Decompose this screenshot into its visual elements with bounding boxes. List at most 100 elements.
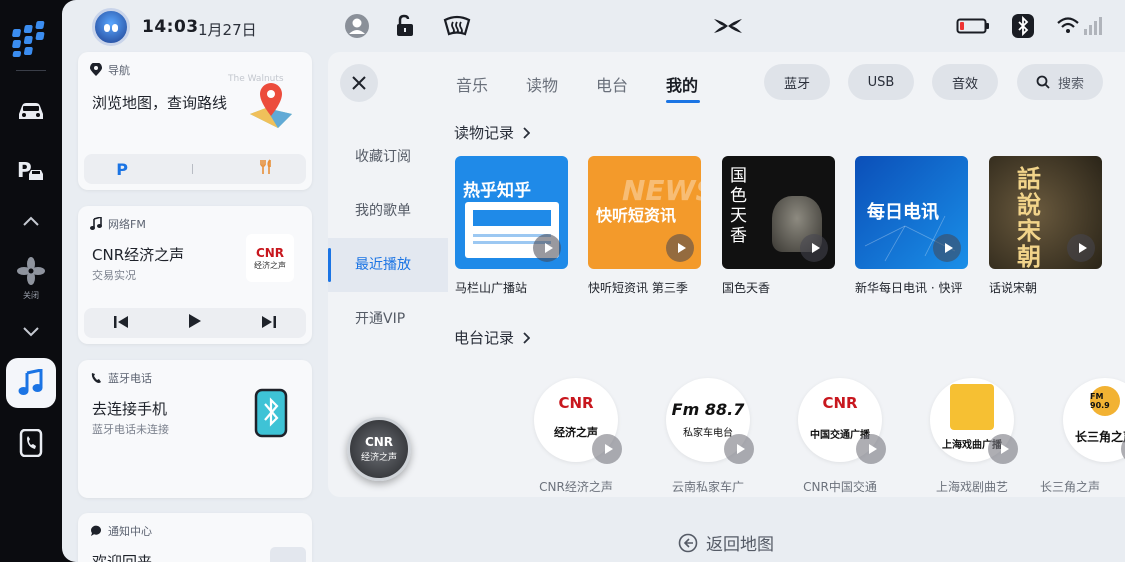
notification-title: 欢迎回来 (92, 553, 153, 562)
windshield-defrost-icon[interactable] (443, 12, 471, 40)
sound-effects-button[interactable]: 音效 (932, 64, 998, 100)
reading-label-1: 马栏山广播站 (455, 281, 528, 295)
bluetooth-source-button[interactable]: 蓝牙 (764, 64, 830, 100)
station-label-4: 上海戏剧曲艺 (935, 480, 1008, 494)
side-item-subscriptions[interactable]: 收藏订阅 (328, 130, 448, 184)
car-icon[interactable] (6, 86, 56, 136)
navigation-shortcut-bar: P (84, 154, 306, 184)
usb-source-button[interactable]: USB (848, 64, 914, 100)
fan-icon[interactable] (6, 246, 56, 296)
play-icon[interactable] (666, 234, 694, 262)
fm-program-subtitle: 交易实况 (92, 269, 136, 282)
play-icon[interactable] (856, 434, 886, 464)
back-to-map-button[interactable]: 返回地图 (678, 530, 774, 555)
brand-logo-icon (710, 12, 746, 40)
play-icon[interactable] (533, 234, 561, 262)
station-label-1: CNR经济之声 (539, 480, 613, 494)
navigation-card[interactable]: 导航 The Walnuts 浏览地图，查询路线 P (78, 52, 312, 190)
station-4-logo-graphic (950, 384, 994, 430)
fm-playback-controls (84, 308, 306, 338)
play-icon[interactable] (188, 313, 202, 333)
music-note-icon (90, 217, 102, 230)
notification-card[interactable]: 通知中心 欢迎回来 (78, 513, 312, 562)
bluetooth-phone-card[interactable]: 蓝牙电话 去连接手机 蓝牙电话未连接 (78, 360, 312, 498)
phone-app-icon[interactable] (6, 418, 56, 468)
side-item-playlists[interactable]: 我的歌单 (328, 184, 448, 238)
tab-reading[interactable]: 读物 (526, 72, 596, 96)
next-track-icon[interactable] (261, 314, 277, 333)
fm-station-logo: CNR 经济之声 (246, 234, 294, 282)
battery-icon (955, 12, 991, 40)
station-logo-5[interactable]: FM 90.9 长三角之声 (1063, 378, 1125, 464)
status-bar: 14:03 1月27日 (62, 0, 1125, 52)
side-item-recent[interactable]: 最近播放 (328, 238, 448, 292)
station-logo-3[interactable]: CNR 中国交通广播 (798, 378, 886, 464)
tab-mine[interactable]: 我的 (666, 72, 736, 103)
unlock-icon[interactable] (391, 12, 419, 40)
phone-status-subtitle: 蓝牙电话未连接 (92, 423, 169, 436)
radio-history-title[interactable]: 电台记录 (454, 327, 531, 348)
assistant-avatar[interactable] (92, 8, 130, 46)
tab-music[interactable]: 音乐 (456, 72, 526, 96)
reading-tile-3[interactable]: 国色天香 (722, 156, 835, 269)
navigation-card-title: 浏览地图，查询路线 (92, 94, 228, 112)
reading-tile-1[interactable]: 热乎知乎 (455, 156, 568, 269)
play-icon[interactable] (800, 234, 828, 262)
play-icon[interactable] (933, 234, 961, 262)
chevron-up-icon[interactable] (6, 196, 56, 246)
fm-station-title: CNR经济之声 (92, 246, 185, 264)
play-icon[interactable] (988, 434, 1018, 464)
dock-divider (16, 70, 46, 71)
bluetooth-phone-icon (254, 388, 288, 442)
previous-track-icon[interactable] (113, 314, 129, 333)
app-grid-icon[interactable] (6, 14, 56, 64)
map-pin-icon (246, 80, 296, 132)
station-label-2: 云南私家车广 (671, 480, 744, 494)
user-profile-icon[interactable] (343, 12, 371, 40)
bluetooth-status-icon (1009, 12, 1037, 40)
location-pin-icon (90, 63, 102, 76)
media-tabs: 音乐 读物 电台 我的 (456, 72, 736, 103)
reading-label-5: 话说宋朝 (989, 281, 1038, 295)
fm-card[interactable]: 网络FM CNR经济之声 交易实况 CNR 经济之声 (78, 206, 312, 344)
now-playing-disc[interactable]: CNR 经济之声 (347, 417, 411, 481)
left-dock: P 关闭 (0, 0, 62, 562)
notification-preview-icon (270, 547, 306, 562)
station-logo-4[interactable]: 上海戏曲广播 (930, 378, 1018, 464)
close-icon (352, 76, 366, 90)
bluetooth-phone-heading: 蓝牙电话 (108, 372, 152, 385)
music-app-icon[interactable] (6, 358, 56, 408)
parking-shortcut-button[interactable]: P (116, 160, 128, 179)
play-icon[interactable] (1067, 234, 1095, 262)
close-panel-button[interactable] (340, 64, 378, 102)
parking-car-icon[interactable]: P (6, 146, 56, 196)
phone-handset-icon (91, 373, 101, 383)
station-logo-1[interactable]: CNR 经济之声 (534, 378, 622, 464)
reading-tile-5[interactable]: 話說宋朝 (989, 156, 1102, 269)
shortcut-divider (192, 164, 194, 174)
search-button[interactable]: 搜索 (1017, 64, 1103, 100)
clock-date: 1月27日 (198, 21, 257, 39)
notification-heading: 通知中心 (108, 525, 152, 538)
fan-status-label: 关闭 (23, 291, 39, 300)
station-logo-2[interactable]: Fm 88.7 私家车电台 (666, 378, 754, 464)
reading-tile-4[interactable]: 每日电讯 (855, 156, 968, 269)
tab-radio[interactable]: 电台 (596, 72, 666, 96)
fm-card-heading: 网络FM (108, 218, 146, 231)
play-icon[interactable] (592, 434, 622, 464)
chevron-down-icon[interactable] (6, 306, 56, 356)
navigation-card-heading: 导航 (108, 64, 130, 77)
restaurant-shortcut-icon[interactable] (258, 159, 274, 179)
reading-label-2: 快听短资讯 第三季 (588, 281, 688, 295)
side-item-vip[interactable]: 开通VIP (328, 292, 448, 346)
media-panel: 收藏订阅 我的歌单 最近播放 开通VIP 音乐 读物 电台 我的 蓝牙 USB … (328, 52, 1125, 497)
clock-time: 14:03 (142, 17, 199, 37)
chevron-right-icon (523, 126, 531, 139)
play-icon[interactable] (724, 434, 754, 464)
reading-tile-2[interactable]: NEWS 快听短资讯 (588, 156, 701, 269)
reading-history-title[interactable]: 读物记录 (454, 122, 531, 143)
back-arrow-icon (678, 533, 698, 552)
station-label-3: CNR中国交通 (803, 480, 877, 494)
reading-label-4: 新华每日电讯 · 快评 (855, 281, 963, 295)
wifi-signal-icon (1055, 12, 1105, 40)
